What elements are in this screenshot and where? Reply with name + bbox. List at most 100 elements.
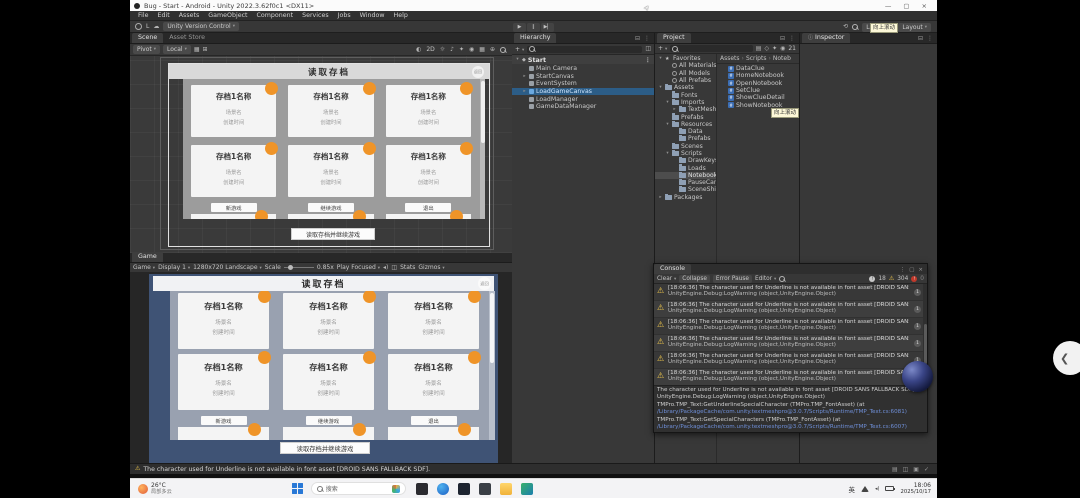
- project-tree-item[interactable]: All Prefabs: [655, 77, 716, 84]
- taskbar-app-green[interactable]: [521, 483, 533, 495]
- hierarchy-search-input[interactable]: [527, 46, 642, 53]
- error-pause-toggle[interactable]: Error Pause: [713, 275, 752, 283]
- project-search-input[interactable]: [670, 45, 753, 52]
- warning-count-icon[interactable]: ⚠: [889, 276, 894, 282]
- delete-save-button[interactable]: [363, 82, 376, 95]
- error-count-icon[interactable]: !: [911, 276, 917, 282]
- save-slot-partial[interactable]: 退出: [388, 416, 479, 440]
- delete-save-button[interactable]: [363, 351, 376, 364]
- project-file[interactable]: # HomeNotebook: [725, 72, 799, 79]
- lock-icon[interactable]: ⊟: [635, 35, 640, 42]
- tab-console[interactable]: Console: [654, 264, 691, 274]
- version-control-button[interactable]: Unity Version Control▾: [163, 22, 239, 31]
- scene-search-icon[interactable]: [500, 47, 506, 53]
- save-slot-card[interactable]: 存档1名称 场景名 创建时间: [388, 293, 479, 349]
- wifi-icon[interactable]: [861, 486, 869, 492]
- clock[interactable]: 18:06 2025/10/17: [900, 482, 931, 495]
- save-slot-card[interactable]: 存档1名称 场景名 创建时间: [283, 354, 374, 410]
- menu-item[interactable]: Window: [356, 11, 389, 21]
- slot-action-button[interactable]: 继续游戏: [306, 416, 352, 425]
- project-tree-item[interactable]: Notebook: [655, 172, 716, 179]
- save-slot-card[interactable]: 存档1名称 场景名 创建时间: [178, 354, 269, 410]
- project-file[interactable]: # ShowClueDetail: [725, 94, 799, 101]
- console-entry[interactable]: ⚠ [18:06:36] The character used for Unde…: [654, 369, 923, 386]
- hierarchy-item[interactable]: LoadManager: [512, 95, 654, 103]
- save-search-icon[interactable]: ✦: [772, 46, 777, 52]
- lock-icon[interactable]: ⊟: [780, 35, 785, 42]
- tab-project[interactable]: Project: [657, 33, 691, 43]
- slot-action-button[interactable]: 新游戏: [201, 416, 247, 425]
- project-file[interactable]: # OpenNotebook: [725, 80, 799, 87]
- console-entry[interactable]: ⚠ [18:06:36] The character used for Unde…: [654, 301, 923, 318]
- delete-save-button[interactable]: [468, 351, 481, 364]
- console-maximize-icon[interactable]: ▢: [909, 267, 914, 273]
- taskbar-app-dark2[interactable]: [479, 483, 491, 495]
- log-count-icon[interactable]: !: [869, 276, 875, 282]
- snap-increment-icon[interactable]: ⊞: [203, 47, 208, 53]
- tab-asset-store[interactable]: Asset Store: [163, 33, 211, 43]
- panel-menu-icon[interactable]: ⋮: [644, 35, 650, 42]
- lighting-toggle-icon[interactable]: ☼: [440, 47, 445, 53]
- delete-save-button[interactable]: [265, 142, 278, 155]
- shading-mode-icon[interactable]: ◐: [416, 47, 421, 53]
- play-focused-dropdown[interactable]: Play Focused ▾: [337, 264, 380, 271]
- hierarchy-item[interactable]: ▸ StartCanvas: [512, 73, 654, 81]
- ui-scrollbar[interactable]: [489, 291, 495, 440]
- breadcrumb-notebook[interactable]: Noteb: [773, 55, 791, 62]
- save-slot-card[interactable]: 存档1名称 场景名 创建时间: [191, 85, 276, 137]
- effects-dropdown-icon[interactable]: ✦: [459, 47, 464, 53]
- save-slot-partial[interactable]: 继续游戏: [288, 203, 373, 219]
- vsync-icon[interactable]: ◫: [391, 265, 397, 271]
- game-camera-dropdown[interactable]: Game ▾: [133, 264, 155, 271]
- breadcrumb-scripts[interactable]: Scripts: [746, 55, 767, 62]
- cloud-icon[interactable]: ☁: [153, 24, 159, 30]
- console-entry[interactable]: ⚠ [18:06:36] The character used for Unde…: [654, 335, 923, 352]
- save-slots-scroll-area[interactable]: 存档1名称 场景名 创建时间 存档1名称 场景名 创建时间: [183, 79, 485, 219]
- project-tree-item[interactable]: SceneShift: [655, 186, 716, 193]
- collapse-toggle[interactable]: Collapse: [679, 275, 710, 283]
- delete-save-button[interactable]: [248, 423, 261, 436]
- project-tree-item[interactable]: DrawKeys: [655, 157, 716, 164]
- create-button[interactable]: + ▾: [515, 46, 524, 53]
- undo-history-icon[interactable]: ⟲: [843, 24, 848, 30]
- project-tree-item[interactable]: ▸ TextMesh Pr: [655, 106, 716, 113]
- account-icon[interactable]: [135, 23, 142, 30]
- project-tree-item[interactable]: All Materials: [655, 62, 716, 69]
- delete-save-button[interactable]: [460, 82, 473, 95]
- layout-dropdown[interactable]: Layout▾: [898, 23, 931, 32]
- project-tree-item[interactable]: Prefabs: [655, 135, 716, 142]
- console-close-icon[interactable]: ×: [918, 267, 923, 273]
- menu-item[interactable]: Component: [253, 11, 298, 21]
- load-and-continue-button[interactable]: 读取存档并继续游戏: [280, 442, 370, 454]
- save-slot-card[interactable]: 存档1名称 场景名 创建时间: [178, 293, 269, 349]
- ime-indicator[interactable]: 英: [849, 484, 856, 494]
- audio-toggle-icon[interactable]: ♪: [450, 47, 454, 53]
- save-slot-card[interactable]: 存档1名称 场景名 创建时间: [191, 145, 276, 197]
- project-file[interactable]: # DataClue: [725, 65, 799, 72]
- project-tree-item[interactable]: ▾ Imports: [655, 99, 716, 106]
- delete-save-button[interactable]: [468, 291, 481, 303]
- save-slot-partial[interactable]: 新游戏: [191, 203, 276, 219]
- project-tree-item[interactable]: Data: [655, 128, 716, 135]
- project-tree-item[interactable]: ▾ Assets: [655, 84, 716, 91]
- delete-save-button[interactable]: [265, 82, 278, 95]
- delete-save-button[interactable]: [363, 291, 376, 303]
- search-by-type-icon[interactable]: ▤: [756, 46, 762, 52]
- gizmos-dropdown-icon[interactable]: ⊕: [490, 47, 495, 53]
- battery-icon[interactable]: [885, 486, 894, 491]
- project-tree-item[interactable]: ▸ Packages: [655, 194, 716, 201]
- console-entry[interactable]: ⚠ [18:06:36] The character used for Unde…: [654, 352, 923, 369]
- check-icon[interactable]: ✓: [924, 466, 929, 473]
- scene-viewport[interactable]: 读取存档 返回 存档1名称 场景名 创建时间: [130, 56, 512, 253]
- game-viewport[interactable]: 读取存档 返回 存档1名称 场景名 创建时间: [130, 273, 512, 463]
- delete-save-button[interactable]: [450, 210, 463, 219]
- scale-slider[interactable]: [284, 267, 314, 268]
- slot-action-button[interactable]: 新游戏: [211, 203, 257, 212]
- breadcrumb[interactable]: Assets› Scripts› Noteb: [717, 54, 799, 64]
- search-by-label-icon[interactable]: ◇: [764, 46, 769, 52]
- step-button[interactable]: ▶▏: [541, 23, 554, 32]
- console-search-icon[interactable]: [779, 276, 785, 282]
- display-dropdown[interactable]: Display 1 ▾: [158, 264, 190, 271]
- project-tree-item[interactable]: ▾ ★ Favorites: [655, 55, 716, 62]
- delete-save-button[interactable]: [353, 423, 366, 436]
